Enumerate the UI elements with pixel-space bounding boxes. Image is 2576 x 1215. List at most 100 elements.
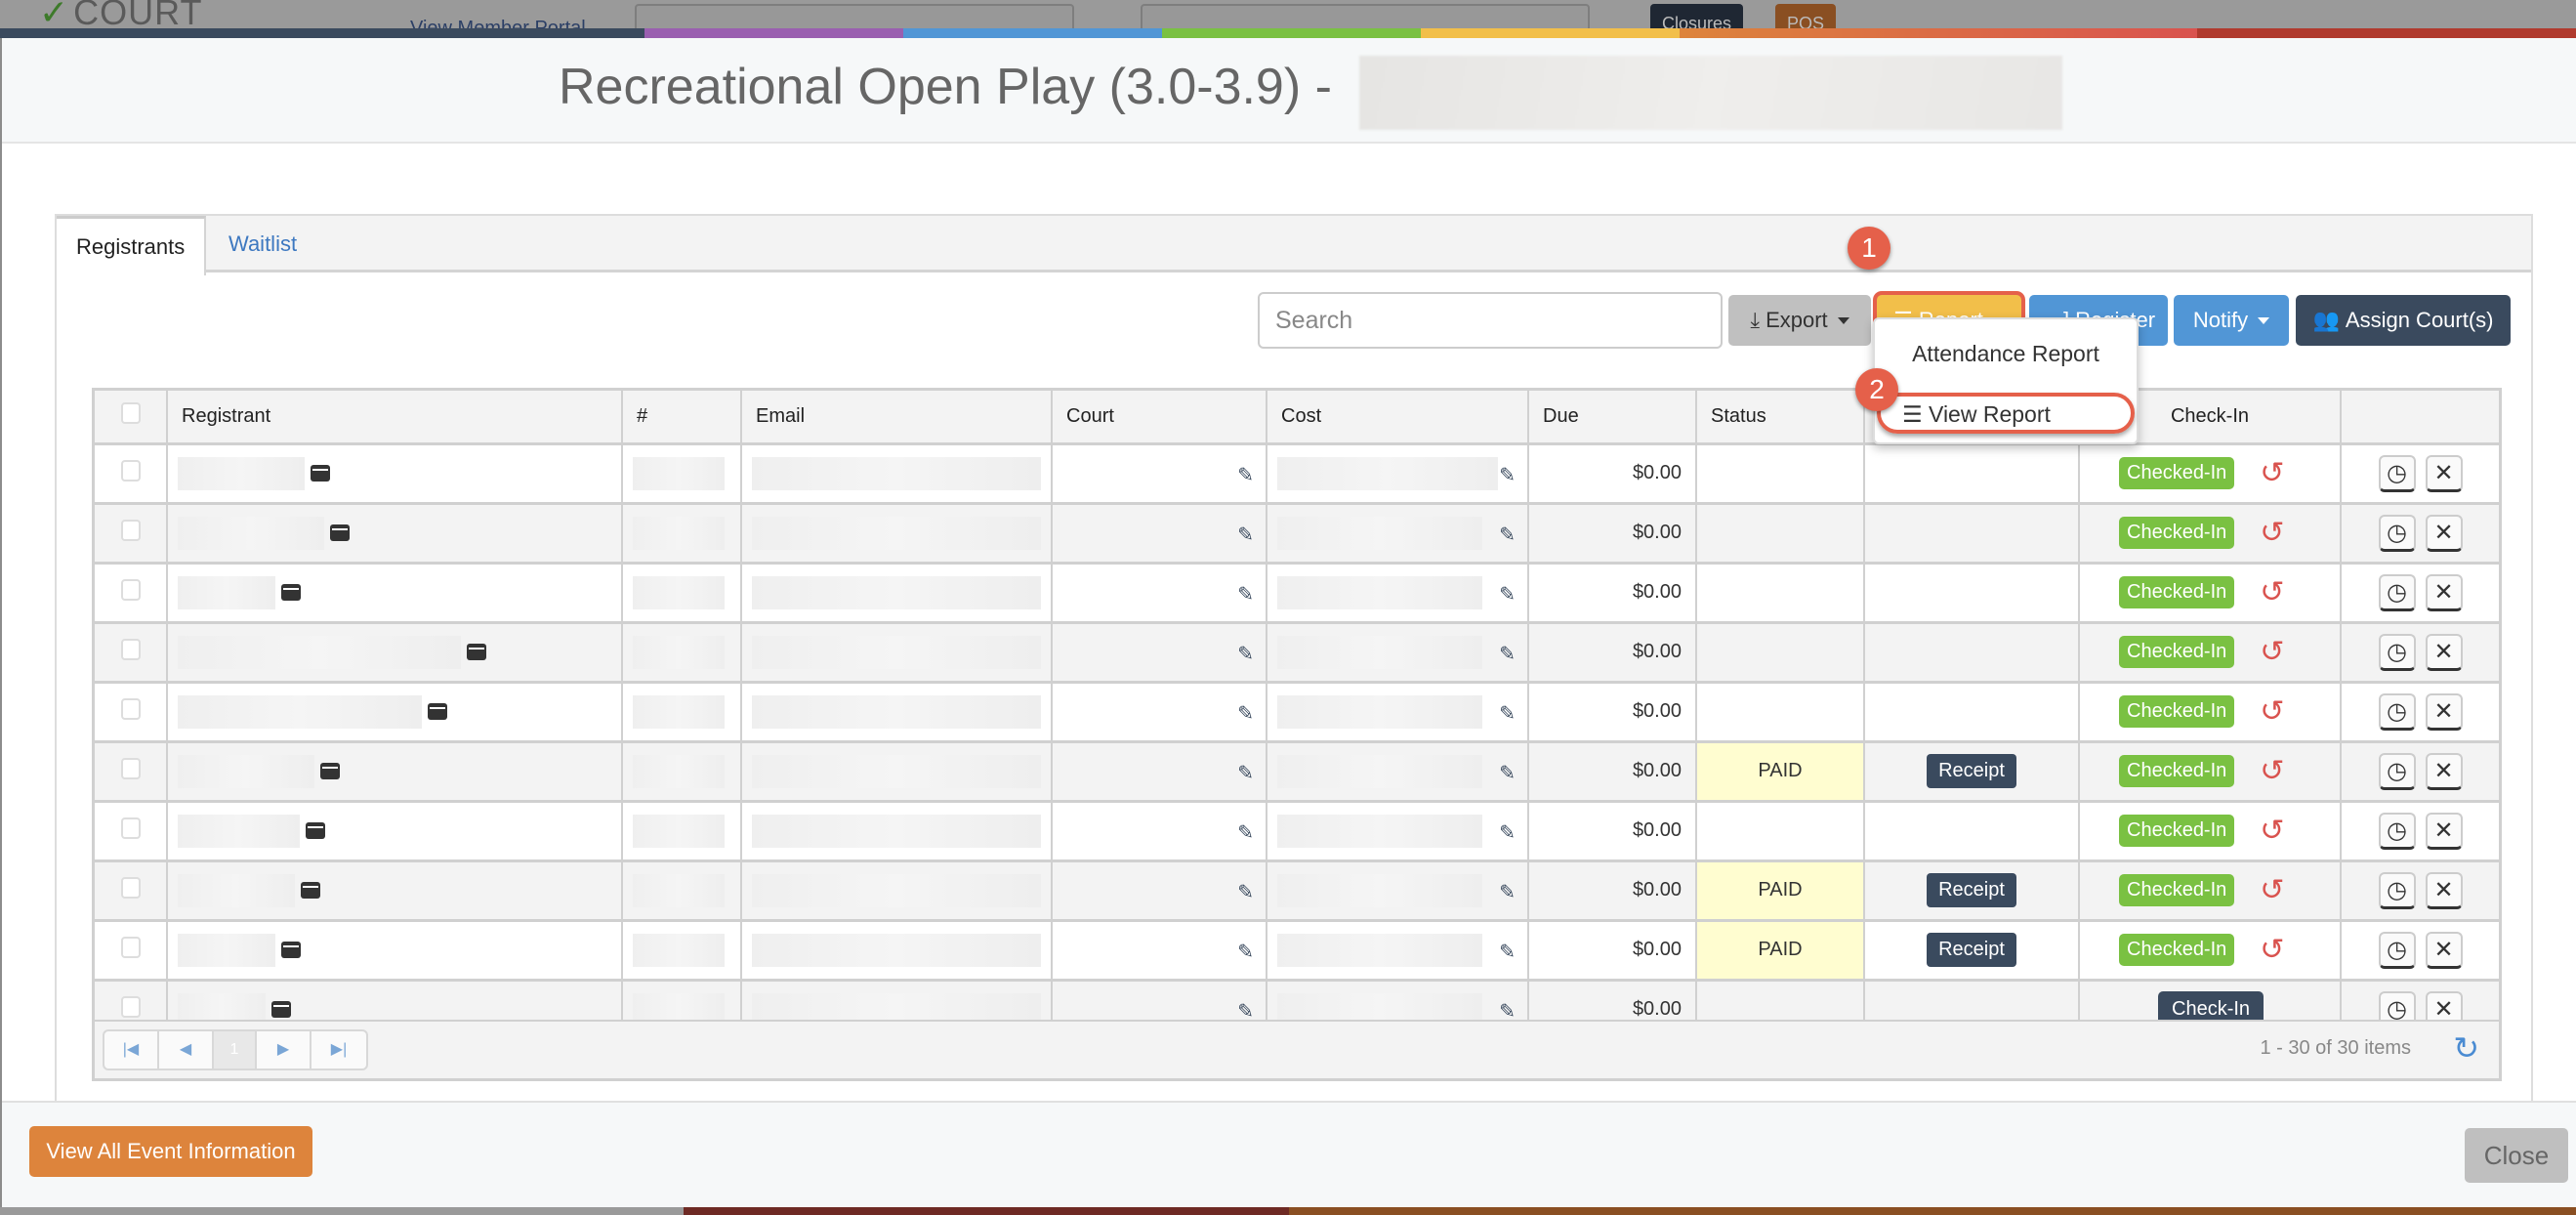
undo-icon[interactable]: ↺: [2260, 873, 2284, 907]
undo-icon[interactable]: ↺: [2260, 933, 2284, 967]
pencil-icon[interactable]: ✎: [1499, 940, 1516, 964]
undo-icon[interactable]: ↺: [2260, 635, 2284, 669]
notify-button[interactable]: Notify: [2174, 295, 2289, 346]
remove-x-icon[interactable]: ✕: [2425, 692, 2463, 731]
col-number[interactable]: #: [622, 391, 742, 445]
receipt-button[interactable]: Receipt: [1927, 873, 2016, 907]
cost-cell: ✎: [1267, 563, 1529, 624]
pencil-icon[interactable]: ✎: [1237, 463, 1254, 487]
remove-x-icon[interactable]: ✕: [2425, 454, 2463, 492]
row-checkbox[interactable]: [120, 578, 141, 601]
last-page-icon[interactable]: ▶|: [312, 1031, 366, 1068]
pencil-icon[interactable]: ✎: [1499, 463, 1516, 487]
pencil-icon[interactable]: ✎: [1499, 761, 1516, 785]
pencil-icon[interactable]: ✎: [1237, 523, 1254, 547]
actions-cell: ◷ ✕: [2341, 443, 2499, 505]
undo-icon[interactable]: ↺: [2260, 814, 2284, 848]
export-button[interactable]: ⤓ Export: [1728, 295, 1871, 346]
pencil-icon[interactable]: ✎: [1237, 701, 1254, 726]
history-clock-icon[interactable]: ◷: [2378, 454, 2416, 492]
redacted-number: [633, 814, 725, 848]
receipt-button[interactable]: Receipt: [1927, 933, 2016, 967]
refresh-icon[interactable]: ↻: [2453, 1029, 2479, 1067]
row-checkbox[interactable]: [120, 876, 141, 899]
row-checkbox[interactable]: [120, 459, 141, 482]
pencil-icon[interactable]: ✎: [1499, 701, 1516, 726]
tab-waitlist[interactable]: Waitlist: [209, 216, 316, 272]
history-clock-icon[interactable]: ◷: [2378, 752, 2416, 790]
col-due[interactable]: Due: [1528, 391, 1697, 445]
pencil-icon[interactable]: ✎: [1237, 582, 1254, 607]
select-all-checkbox[interactable]: [120, 402, 141, 425]
list-icon: ☰: [1902, 401, 1923, 427]
row-checkbox[interactable]: [120, 638, 141, 660]
cost-cell: ✎: [1267, 801, 1529, 862]
history-clock-icon[interactable]: ◷: [2378, 692, 2416, 731]
credit-card-icon[interactable]: [330, 524, 350, 541]
pencil-icon[interactable]: ✎: [1237, 820, 1254, 845]
remove-x-icon[interactable]: ✕: [2425, 514, 2463, 552]
assign-courts-button[interactable]: 👥 Assign Court(s): [2296, 295, 2511, 346]
credit-card-icon[interactable]: [320, 763, 340, 779]
history-clock-icon[interactable]: ◷: [2378, 931, 2416, 969]
col-court[interactable]: Court: [1052, 391, 1267, 445]
pencil-icon[interactable]: ✎: [1237, 880, 1254, 904]
redacted-number: [633, 575, 725, 609]
row-checkbox[interactable]: [120, 995, 141, 1018]
close-button[interactable]: Close: [2465, 1128, 2568, 1183]
pencil-icon[interactable]: ✎: [1499, 820, 1516, 845]
credit-card-icon[interactable]: [467, 644, 486, 660]
remove-x-icon[interactable]: ✕: [2425, 931, 2463, 969]
receipt-cell: Receipt: [1864, 741, 2080, 803]
tab-registrants[interactable]: Registrants: [57, 216, 207, 275]
history-clock-icon[interactable]: ◷: [2378, 633, 2416, 671]
credit-card-icon[interactable]: [311, 465, 330, 482]
row-checkbox[interactable]: [120, 519, 141, 541]
pencil-icon[interactable]: ✎: [1237, 761, 1254, 785]
col-registrant[interactable]: Registrant: [167, 391, 623, 445]
receipt-button[interactable]: Receipt: [1927, 754, 2016, 788]
pencil-icon[interactable]: ✎: [1237, 642, 1254, 666]
history-clock-icon[interactable]: ◷: [2378, 573, 2416, 611]
credit-card-icon[interactable]: [271, 1001, 291, 1018]
undo-icon[interactable]: ↺: [2260, 754, 2284, 788]
remove-x-icon[interactable]: ✕: [2425, 752, 2463, 790]
row-checkbox[interactable]: [120, 936, 141, 958]
undo-icon[interactable]: ↺: [2260, 516, 2284, 550]
credit-card-icon[interactable]: [428, 703, 447, 720]
credit-card-icon[interactable]: [281, 584, 301, 601]
credit-card-icon[interactable]: [281, 942, 301, 958]
row-checkbox[interactable]: [120, 757, 141, 779]
undo-icon[interactable]: ↺: [2260, 456, 2284, 490]
col-cost[interactable]: Cost: [1267, 391, 1529, 445]
row-checkbox[interactable]: [120, 817, 141, 839]
pencil-icon[interactable]: ✎: [1499, 523, 1516, 547]
current-page[interactable]: 1: [214, 1031, 257, 1068]
prev-page-icon[interactable]: ◀: [159, 1031, 214, 1068]
remove-x-icon[interactable]: ✕: [2425, 633, 2463, 671]
history-clock-icon[interactable]: ◷: [2378, 514, 2416, 552]
menu-item-attendance-report[interactable]: Attendance Report: [1875, 341, 2137, 367]
undo-icon[interactable]: ↺: [2260, 575, 2284, 609]
remove-x-icon[interactable]: ✕: [2425, 871, 2463, 909]
history-clock-icon[interactable]: ◷: [2378, 812, 2416, 850]
credit-card-icon[interactable]: [306, 822, 325, 839]
menu-item-view-report[interactable]: ☰ View Report: [1877, 393, 2135, 434]
view-all-event-info-button[interactable]: View All Event Information: [29, 1126, 312, 1177]
history-clock-icon[interactable]: ◷: [2378, 871, 2416, 909]
pencil-icon[interactable]: ✎: [1499, 642, 1516, 666]
row-checkbox[interactable]: [120, 697, 141, 720]
redacted-email: [752, 873, 1041, 907]
remove-x-icon[interactable]: ✕: [2425, 812, 2463, 850]
col-status[interactable]: Status: [1696, 391, 1865, 445]
credit-card-icon[interactable]: [301, 882, 320, 899]
col-email[interactable]: Email: [741, 391, 1053, 445]
search-input[interactable]: [1258, 292, 1723, 349]
pencil-icon[interactable]: ✎: [1499, 582, 1516, 607]
first-page-icon[interactable]: |◀: [104, 1031, 159, 1068]
undo-icon[interactable]: ↺: [2260, 694, 2284, 729]
remove-x-icon[interactable]: ✕: [2425, 573, 2463, 611]
next-page-icon[interactable]: ▶: [257, 1031, 312, 1068]
pencil-icon[interactable]: ✎: [1499, 880, 1516, 904]
pencil-icon[interactable]: ✎: [1237, 940, 1254, 964]
